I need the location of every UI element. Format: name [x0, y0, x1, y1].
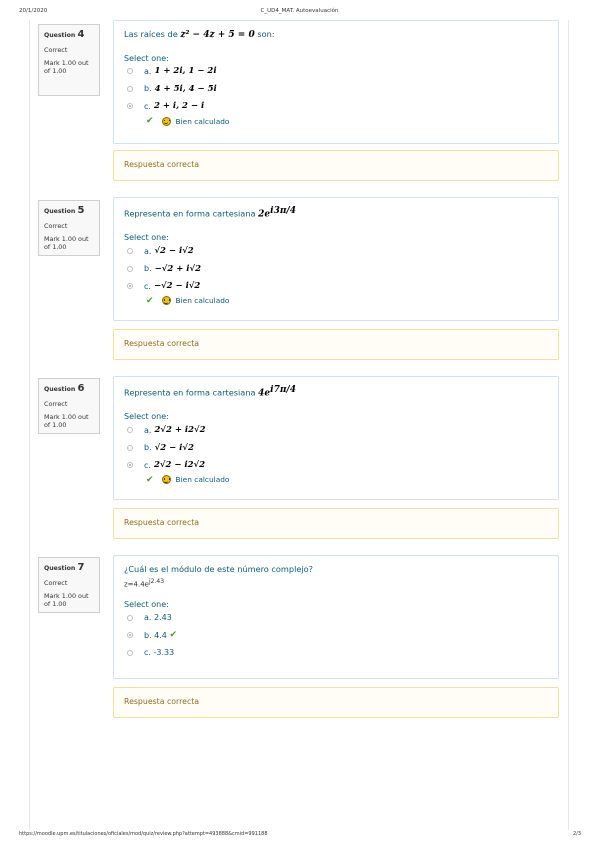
question-number: Question 7 [44, 562, 85, 573]
outcome-box: Respuesta correcta [113, 150, 559, 181]
check-icon: ✔ [146, 474, 154, 485]
feedback: ✔ Bien calculado [146, 295, 230, 306]
print-title: C_UD4_MAT. Autoevaluación [260, 8, 339, 14]
answer-option-selected[interactable]: b. 4.4 ✔ [124, 627, 548, 645]
question-content: Representa en forma cartesiana 2ei3π/4 S… [113, 197, 559, 321]
smiley-icon [161, 475, 171, 485]
radio-icon[interactable] [127, 614, 133, 621]
question-mark: Mark 1.00 out of 1.00 [44, 412, 89, 429]
smiley-icon [161, 116, 171, 126]
radio-icon[interactable] [127, 649, 133, 656]
check-icon: ✔ [146, 116, 154, 127]
question-info: Question 4 Correct Mark 1.00 out of 1.00 [38, 24, 100, 96]
outcome-box: Respuesta correcta [113, 508, 559, 539]
select-one-label: Select one: [124, 53, 169, 63]
question-mark: Mark 1.00 out of 1.00 [44, 58, 89, 75]
question-formula: z=4.4ej2.43 [124, 577, 165, 588]
check-icon: ✔ [146, 295, 154, 306]
radio-icon[interactable] [127, 283, 133, 290]
question-state: Correct [44, 45, 68, 54]
answer-option-selected[interactable]: c. 2√2 − i2√2 [124, 456, 548, 474]
radio-icon[interactable] [127, 265, 133, 272]
question-content: Las raíces de z² − 4z + 5 = 0 son: Selec… [113, 20, 559, 144]
question-info: Question 7 Correct Mark 1.00 out of 1.00 [38, 557, 100, 613]
feedback: ✔ Bien calculado [146, 474, 230, 485]
answer-option[interactable]: c. -3.33 [124, 644, 548, 662]
radio-icon[interactable] [127, 632, 133, 639]
question-text: Representa en forma cartesiana 2ei3π/4 [124, 206, 296, 220]
radio-icon[interactable] [127, 462, 133, 469]
radio-icon[interactable] [127, 444, 133, 451]
question-mark: Mark 1.00 out of 1.00 [44, 234, 89, 251]
page-number: 2/3 [572, 831, 581, 837]
answer-option[interactable]: a. 2.43 [124, 609, 548, 627]
question-content: Representa en forma cartesiana 4ei7π/4 S… [113, 376, 559, 500]
radio-icon[interactable] [127, 248, 133, 255]
radio-icon[interactable] [127, 68, 133, 75]
question-number: Question 5 [44, 205, 85, 216]
question-text: Representa en forma cartesiana 4ei7π/4 [124, 385, 296, 399]
question-number: Question 4 [44, 29, 85, 40]
feedback: ✔ Bien calculado [146, 116, 230, 127]
answer-option[interactable]: a. 2√2 + i2√2 [124, 421, 548, 439]
answer-option-selected[interactable]: c. −√2 − i√2 [124, 277, 548, 295]
question-info: Question 5 Correct Mark 1.00 out of 1.00 [38, 200, 100, 256]
question-state: Correct [44, 399, 68, 408]
radio-icon[interactable] [127, 85, 133, 92]
question-text: Las raíces de z² − 4z + 5 = 0 son: [124, 29, 275, 40]
check-icon: ✔ [169, 630, 177, 641]
outcome-box: Respuesta correcta [113, 687, 559, 718]
question-number: Question 6 [44, 383, 85, 394]
answer-option[interactable]: b. 4 + 5i, 4 − 5i [124, 80, 548, 98]
question-info: Question 6 Correct Mark 1.00 out of 1.00 [38, 378, 100, 434]
answer-option[interactable]: b. √2 − i√2 [124, 439, 548, 457]
print-url: https://moodle.upm.es/titulaciones/ofici… [19, 831, 268, 837]
question-mark: Mark 1.00 out of 1.00 [44, 591, 89, 608]
answer-option[interactable]: a. √2 − i√2 [124, 242, 548, 260]
select-one-label: Select one: [124, 233, 169, 243]
answer-option[interactable]: a. 1 + 2i, 1 − 2i [124, 63, 548, 81]
select-one-label: Select one: [124, 412, 169, 422]
page-rail-left [29, 20, 30, 830]
smiley-icon [161, 296, 171, 306]
answer-option[interactable]: b. −√2 + i√2 [124, 260, 548, 278]
radio-icon[interactable] [127, 427, 133, 434]
question-text: ¿Cuál es el módulo de este número comple… [124, 564, 314, 574]
question-state: Correct [44, 221, 68, 230]
page-rail-right [568, 20, 569, 830]
question-content: ¿Cuál es el módulo de este número comple… [113, 555, 559, 679]
question-state: Correct [44, 578, 68, 587]
radio-icon[interactable] [127, 103, 133, 110]
outcome-box: Respuesta correcta [113, 329, 559, 360]
answer-option-selected[interactable]: c. 2 + i, 2 − i [124, 98, 548, 116]
select-one-label: Select one: [124, 600, 169, 610]
